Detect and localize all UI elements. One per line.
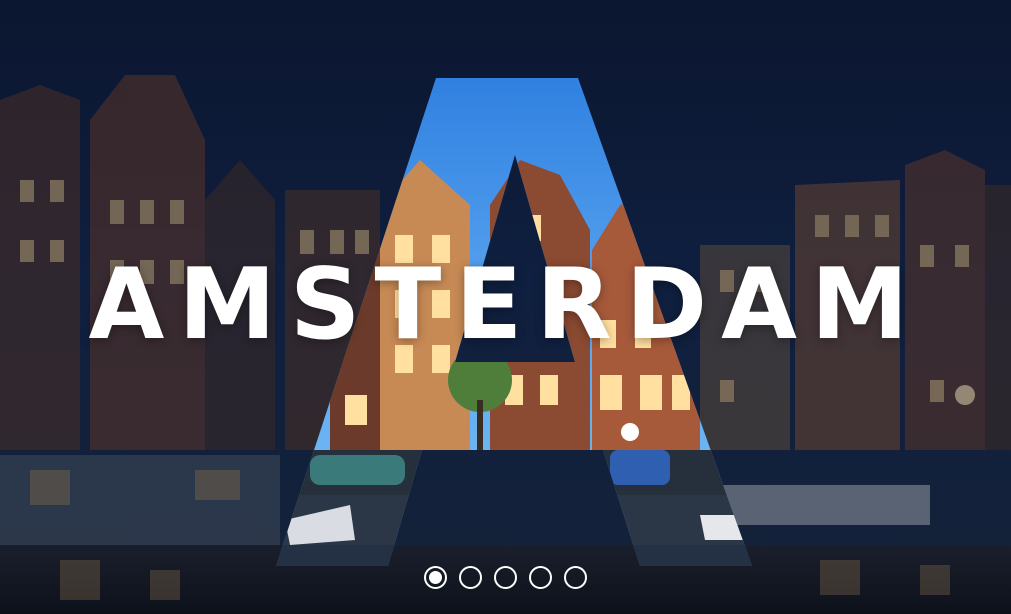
pagination-dot-2[interactable]	[459, 566, 482, 589]
pagination-dot-1[interactable]	[424, 566, 447, 589]
hero-slider: AMSTERDAM	[0, 0, 1011, 614]
pagination-dot-5[interactable]	[564, 566, 587, 589]
pagination-dot-4[interactable]	[529, 566, 552, 589]
slider-pagination	[0, 566, 1011, 589]
pagination-dot-3[interactable]	[494, 566, 517, 589]
hero-title: AMSTERDAM	[88, 248, 923, 362]
